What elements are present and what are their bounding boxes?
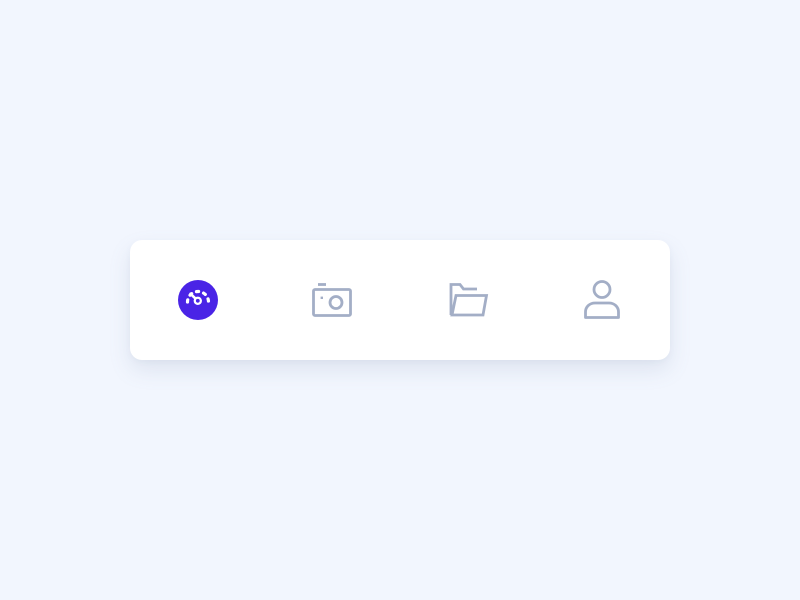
tab-profile[interactable]: [578, 276, 626, 324]
user-icon: [582, 279, 622, 321]
folder-open-icon: [447, 281, 489, 319]
camera-icon: [311, 281, 353, 319]
tab-dashboard[interactable]: [174, 276, 222, 324]
tab-folder[interactable]: [444, 276, 492, 324]
tab-camera[interactable]: [308, 276, 356, 324]
bottom-tab-bar: [130, 240, 670, 360]
speedometer-icon: [177, 279, 219, 321]
